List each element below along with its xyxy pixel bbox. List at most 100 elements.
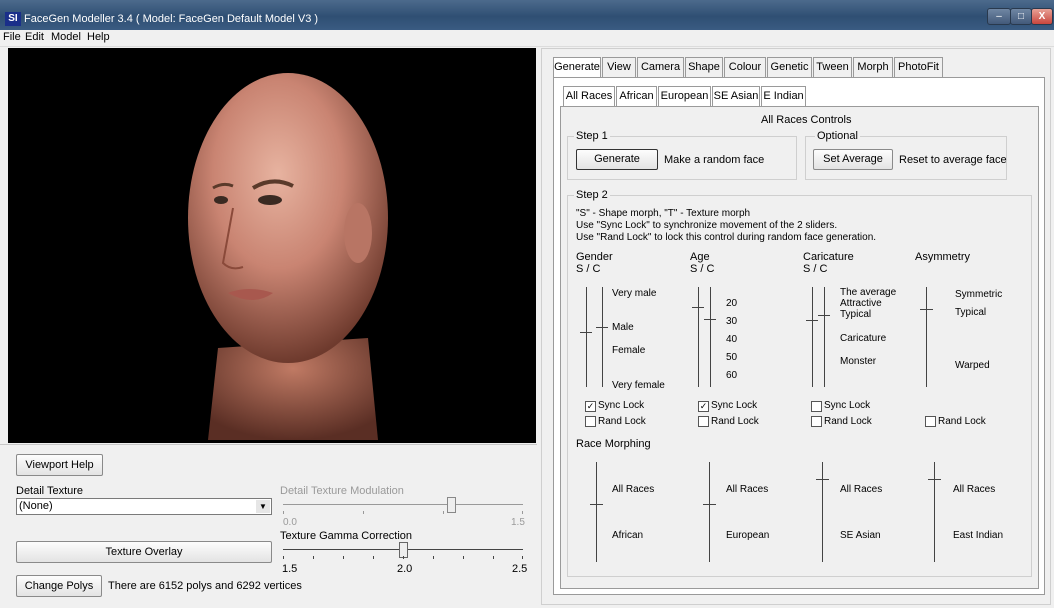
chevron-down-icon[interactable]: ▼ (256, 500, 270, 513)
race-tab-bar: All Races African European SE Asian E In… (563, 86, 823, 107)
age-sync-lock-label: Sync Lock (711, 400, 758, 411)
3d-viewport[interactable] (8, 48, 536, 443)
help-text-1: "S" - Shape morph, "T" - Texture morph (576, 208, 751, 219)
caricature-rand-lock-label: Rand Lock (824, 416, 872, 427)
caricature-sync-lock-label: Sync Lock (824, 400, 871, 411)
caricature-caricature: Caricature (840, 333, 887, 344)
caricature-sliders[interactable] (806, 287, 836, 392)
race-se-asian-bottom: SE Asian (840, 530, 881, 541)
age-20: 20 (726, 298, 738, 309)
race-african-bottom: African (612, 530, 644, 541)
race-european-top: All Races (726, 484, 769, 495)
window-title: FaceGen Modeller 3.4 ( Model: FaceGen De… (24, 13, 319, 25)
polys-info-text: There are 6152 polys and 6292 vertices (108, 580, 302, 592)
tab-genetic[interactable]: Genetic (767, 57, 812, 77)
age-rand-lock-checkbox[interactable] (698, 416, 709, 427)
app-logo-icon: SI (5, 12, 21, 26)
asymmetry-warped: Warped (955, 360, 990, 371)
tab-view[interactable]: View (602, 57, 636, 77)
gender-sliders[interactable] (580, 287, 610, 392)
menu-file[interactable]: File (3, 31, 21, 43)
race-east-indian-bottom: East Indian (953, 530, 1004, 541)
set-average-button[interactable]: Set Average (813, 149, 893, 170)
tab-colour[interactable]: Colour (724, 57, 766, 77)
age-rand-lock-label: Rand Lock (711, 416, 759, 427)
detail-texture-modulation-label: Detail Texture Modulation (280, 485, 404, 497)
gender-sync-lock-label: Sync Lock (598, 400, 645, 411)
close-button[interactable]: X (1031, 8, 1053, 25)
gender-rand-lock-label: Rand Lock (598, 416, 646, 427)
gender-label: Gender (576, 251, 613, 263)
asymmetry-symmetric: Symmetric (955, 289, 1003, 300)
race-se-asian-top: All Races (840, 484, 883, 495)
detail-texture-modulation-slider[interactable] (283, 497, 523, 515)
menu-help[interactable]: Help (87, 31, 110, 43)
generate-button[interactable]: Generate (576, 149, 658, 170)
tab-camera[interactable]: Camera (637, 57, 684, 77)
help-text-3: Use "Rand Lock" to lock this control dur… (576, 232, 877, 243)
main-tab-bar: Generate View Camera Shape Colour Geneti… (553, 57, 1043, 78)
help-text-2: Use "Sync Lock" to synchronize movement … (576, 220, 838, 231)
caricature-sync-lock-checkbox[interactable] (811, 401, 822, 412)
maximize-button[interactable]: □ (1010, 8, 1032, 25)
tab-morph[interactable]: Morph (853, 57, 893, 77)
age-sync-lock-checkbox[interactable]: ✓ (698, 401, 709, 412)
detail-texture-select[interactable]: (None) ▼ (16, 498, 272, 515)
asymmetry-slider[interactable] (920, 287, 940, 392)
caricature-rand-lock-checkbox[interactable] (811, 416, 822, 427)
viewport-help-button[interactable]: Viewport Help (16, 454, 103, 476)
age-sliders[interactable] (692, 287, 722, 392)
age-40: 40 (726, 334, 738, 345)
title-bar: SI FaceGen Modeller 3.4 ( Model: FaceGen… (0, 0, 1054, 30)
gamma-min: 1.5 (282, 563, 298, 575)
texture-gamma-slider[interactable] (283, 542, 523, 560)
texture-overlay-button[interactable]: Texture Overlay (16, 541, 272, 563)
face-model-render[interactable] (8, 48, 536, 443)
age-60: 60 (726, 370, 738, 381)
tab-photofit[interactable]: PhotoFit (894, 57, 943, 77)
age-label: Age (690, 251, 710, 263)
detail-texture-label: Detail Texture (16, 485, 84, 497)
generate-desc: Make a random face (664, 154, 765, 166)
minimize-button[interactable]: – (987, 8, 1011, 25)
optional-label: Optional (815, 130, 860, 142)
caricature-sc-label: S / C (803, 263, 828, 275)
gender-very-male: Very male (612, 288, 657, 299)
caricature-attractive: Attractive (840, 298, 882, 309)
asymmetry-rand-lock-checkbox[interactable] (925, 416, 936, 427)
gender-sync-lock-checkbox[interactable]: ✓ (585, 401, 596, 412)
subtab-se-asian[interactable]: SE Asian (712, 86, 760, 106)
age-30: 30 (726, 316, 738, 327)
subtab-european[interactable]: European (658, 86, 711, 106)
race-slider-european[interactable] (703, 462, 723, 572)
tab-shape[interactable]: Shape (685, 57, 723, 77)
caricature-typical: Typical (840, 309, 872, 320)
age-sc-label: S / C (690, 263, 715, 275)
race-european-bottom: European (726, 530, 770, 541)
gender-male: Male (612, 322, 634, 333)
change-polys-button[interactable]: Change Polys (16, 575, 102, 597)
step2-label: Step 2 (574, 189, 610, 201)
caricature-the-average: The average (840, 287, 897, 298)
subtab-african[interactable]: African (616, 86, 657, 106)
subtab-e-indian[interactable]: E Indian (761, 86, 806, 106)
gamma-max: 2.5 (512, 563, 528, 575)
menu-edit[interactable]: Edit (25, 31, 44, 43)
menu-model[interactable]: Model (51, 31, 81, 43)
tab-tween[interactable]: Tween (813, 57, 852, 77)
detail-mod-max: 1.5 (511, 517, 525, 528)
tab-generate[interactable]: Generate (553, 57, 601, 78)
age-50: 50 (726, 352, 738, 363)
race-slider-african[interactable] (590, 462, 610, 572)
caricature-monster: Monster (840, 356, 877, 367)
gender-very-female: Very female (612, 380, 665, 391)
slider-thumb[interactable] (447, 497, 456, 513)
caricature-label: Caricature (803, 251, 854, 263)
detail-texture-value: (None) (19, 500, 53, 512)
menu-bar: File Edit Model Help (0, 30, 1054, 47)
race-slider-east-indian[interactable] (928, 462, 948, 572)
gender-rand-lock-checkbox[interactable] (585, 416, 596, 427)
subtab-all-races[interactable]: All Races (563, 86, 615, 107)
step1-label: Step 1 (574, 130, 610, 142)
race-slider-se-asian[interactable] (816, 462, 836, 572)
